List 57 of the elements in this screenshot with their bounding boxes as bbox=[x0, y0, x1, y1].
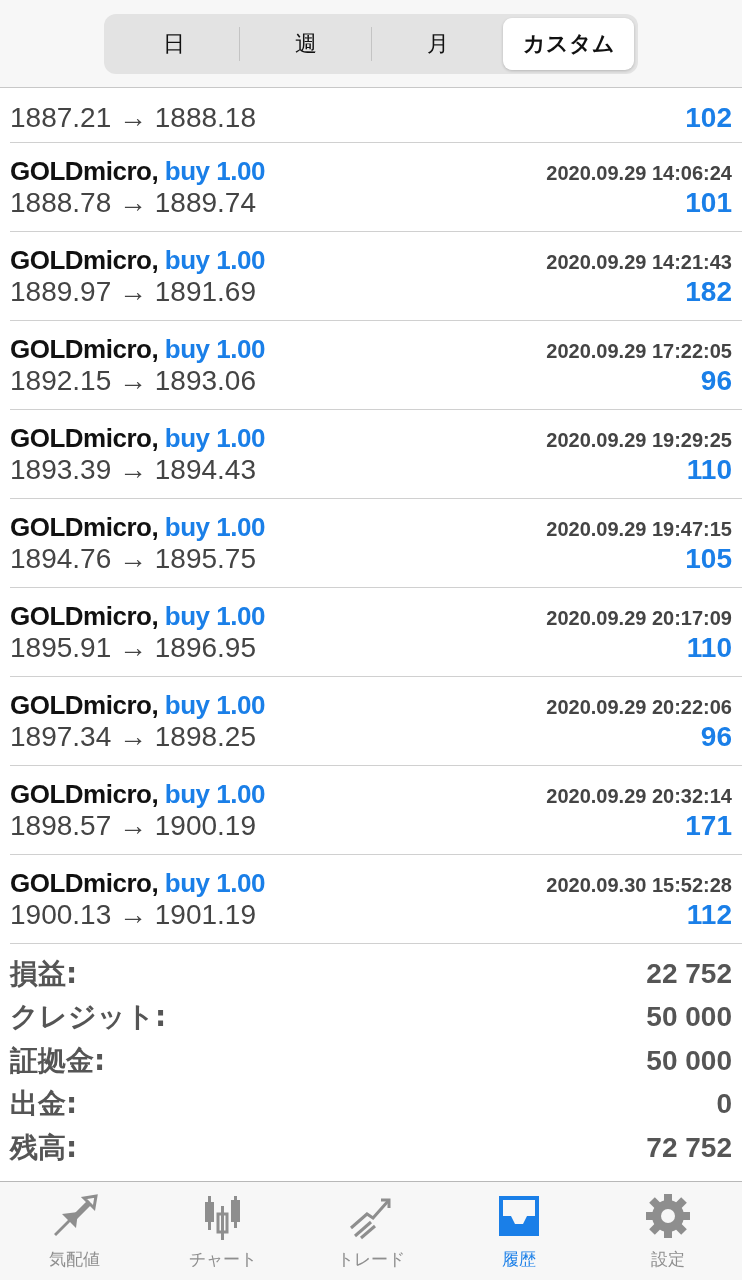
deal-time: 2020.09.29 20:22:06 bbox=[546, 695, 732, 719]
deal-prices: 1900.13 → 1901.19 bbox=[10, 898, 256, 931]
deal-prices: 1888.78 → 1889.74 bbox=[10, 186, 256, 219]
deal-prices: 1894.76 → 1895.75 bbox=[10, 542, 256, 575]
summary-label: 残高: bbox=[10, 1129, 78, 1166]
summary-label: 出金: bbox=[10, 1086, 78, 1123]
deal-title: GOLDmicro, buy 1.00 bbox=[10, 155, 265, 187]
deal-prices: 1893.39 → 1894.43 bbox=[10, 453, 256, 486]
deal-time: 2020.09.29 20:17:09 bbox=[546, 606, 732, 630]
deal-prices: 1895.91 → 1896.95 bbox=[10, 631, 256, 664]
deal-time: 2020.09.29 14:06:24 bbox=[546, 161, 732, 185]
tab-bar-item[interactable]: 設定 bbox=[593, 1182, 742, 1280]
deal-time: 2020.09.29 19:47:15 bbox=[546, 517, 732, 541]
deal-prices: 1887.21 → 1888.18 bbox=[10, 102, 256, 134]
deal-prices: 1892.15 → 1893.06 bbox=[10, 364, 256, 397]
deal-title: GOLDmicro, buy 1.00 bbox=[10, 511, 265, 543]
deal-title: GOLDmicro, buy 1.00 bbox=[10, 333, 265, 365]
deal-title: GOLDmicro, buy 1.00 bbox=[10, 244, 265, 276]
deal-profit: 110 bbox=[686, 453, 732, 486]
deal-time: 2020.09.29 14:21:43 bbox=[546, 250, 732, 274]
deal-time: 2020.09.29 19:29:25 bbox=[546, 428, 732, 452]
summary-value: 50 000 bbox=[646, 1001, 732, 1034]
deal-time: 2020.09.30 15:52:28 bbox=[546, 873, 732, 897]
segment-tab[interactable]: 月 bbox=[372, 17, 503, 70]
deal-profit: 96 bbox=[700, 720, 732, 753]
deal-title: GOLDmicro, buy 1.00 bbox=[10, 867, 265, 899]
deal-profit: 105 bbox=[685, 542, 732, 575]
deal-title: GOLDmicro, buy 1.00 bbox=[10, 600, 265, 632]
deal-profit: 102 bbox=[685, 102, 732, 134]
segment-tab[interactable]: カスタム bbox=[503, 17, 634, 70]
segment-tab[interactable]: 日 bbox=[108, 17, 239, 70]
tab-bar-item[interactable]: 気配値 bbox=[0, 1182, 149, 1280]
deal-time: 2020.09.29 20:32:14 bbox=[546, 784, 732, 808]
summary-value: 22 752 bbox=[646, 957, 732, 990]
deal-time: 2020.09.29 17:22:05 bbox=[546, 339, 732, 363]
deal-title: GOLDmicro, buy 1.00 bbox=[10, 778, 265, 810]
deal-title: GOLDmicro, buy 1.00 bbox=[10, 422, 265, 454]
tab-bar-item[interactable]: 履歴 bbox=[445, 1182, 594, 1280]
deal-profit: 96 bbox=[700, 364, 732, 397]
deal-profit: 182 bbox=[685, 275, 732, 308]
deal-prices: 1898.57 → 1900.19 bbox=[10, 809, 256, 842]
segment-tab[interactable]: 週 bbox=[240, 17, 371, 70]
deal-profit: 110 bbox=[686, 631, 732, 664]
summary-label: 損益: bbox=[10, 955, 78, 992]
tab-bar-item[interactable]: チャート bbox=[148, 1182, 297, 1280]
summary-value: 72 752 bbox=[646, 1131, 732, 1164]
deal-prices: 1897.34 → 1898.25 bbox=[10, 720, 256, 753]
summary-label: クレジット: bbox=[10, 999, 167, 1036]
summary-value: 0 bbox=[716, 1088, 732, 1121]
deal-prices: 1889.97 → 1891.69 bbox=[10, 275, 256, 308]
summary-value: 50 000 bbox=[646, 1044, 732, 1077]
deal-profit: 101 bbox=[685, 186, 732, 219]
deal-profit: 112 bbox=[686, 898, 732, 931]
deal-title: GOLDmicro, buy 1.00 bbox=[10, 689, 265, 721]
deal-profit: 171 bbox=[685, 809, 732, 842]
tab-bar-item[interactable]: トレード bbox=[296, 1182, 446, 1280]
summary-label: 証拠金: bbox=[10, 1042, 106, 1079]
